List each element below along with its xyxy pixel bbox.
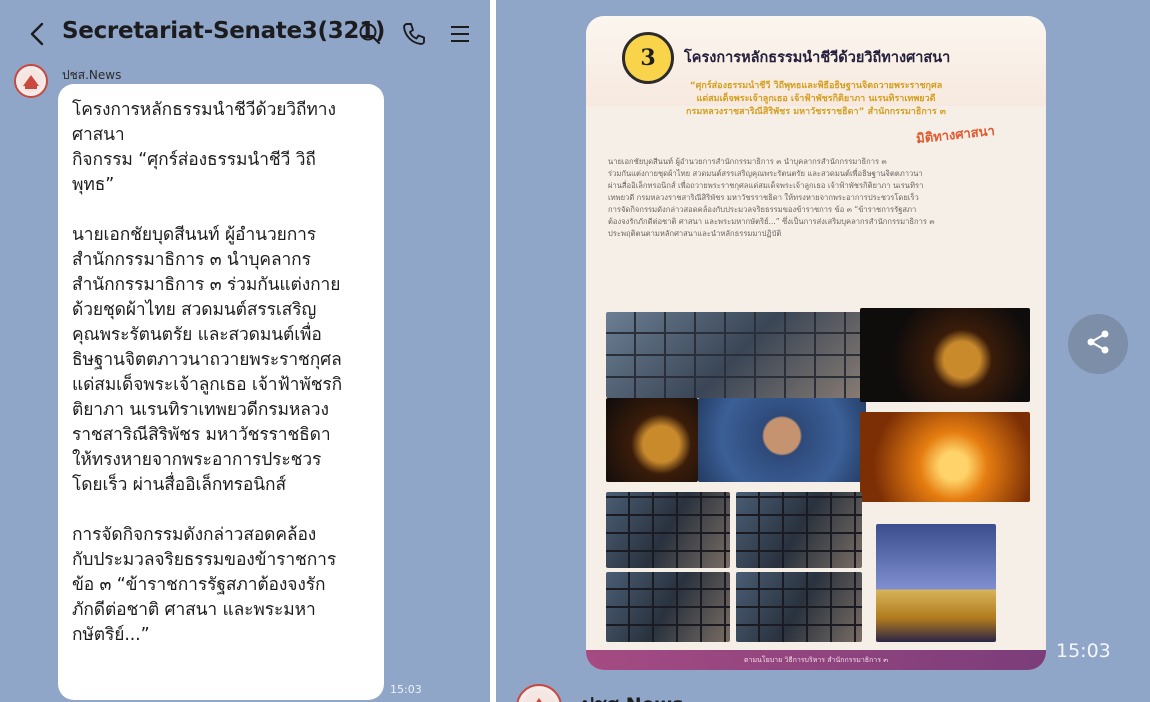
hamburger-menu-icon[interactable] bbox=[446, 20, 474, 48]
poster-photo-grid-2 bbox=[736, 492, 862, 568]
poster-title: โครงการหลักธรรมนำชีวีด้วยวิถีทางศาสนา bbox=[684, 49, 951, 66]
poster-photo-buddha-dark bbox=[860, 308, 1030, 402]
share-icon bbox=[1083, 327, 1113, 361]
poster-subtitle: “ศุกร์ส่องธรรมนำชีวี วิถีพุทธและพิธีอธิษ… bbox=[686, 81, 946, 117]
poster-body: นายเอกชัยบุดสีนนท์ ผู้อำนวยการสำนักกรรมา… bbox=[608, 157, 935, 238]
next-sender-avatar[interactable] bbox=[516, 684, 562, 702]
poster-photo-grid-4 bbox=[736, 572, 862, 642]
search-icon[interactable] bbox=[356, 20, 384, 48]
poster-logo-number: 3 bbox=[640, 45, 656, 71]
phone-icon[interactable] bbox=[400, 20, 428, 48]
poster-footer-text: ตามนโยบาย วิธีการบริหาร สำนักกรรมาธิการ … bbox=[743, 656, 889, 664]
next-sender-name: ปชส.News bbox=[582, 690, 683, 702]
share-button[interactable] bbox=[1068, 314, 1128, 374]
poster-photo-speaker bbox=[698, 398, 866, 482]
message-bubble[interactable]: โครงการหลักธรรมนำชีวีด้วยวิถีทาง ศาสนา ก… bbox=[58, 84, 384, 700]
message-paragraph: การจัดกิจกรรมดังกล่าวสอดคล้อง กับประมวลจ… bbox=[72, 525, 337, 645]
chat-header: Secretariat-Senate3(321) bbox=[0, 0, 490, 66]
poster-photo-grid-1 bbox=[606, 492, 730, 568]
poster-photo-pagoda bbox=[876, 524, 996, 642]
message-paragraph: โครงการหลักธรรมนำชีวีด้วยวิถีทาง ศาสนา ก… bbox=[72, 100, 336, 195]
poster-photo-video-call bbox=[606, 312, 870, 398]
poster-photo-buddha bbox=[606, 398, 698, 482]
message-paragraph: นายเอกชัยบุดสีนนท์ ผู้อำนวยการ สำนักกรรม… bbox=[72, 225, 343, 495]
poster-photo-grid-3 bbox=[606, 572, 730, 642]
poster-logo: 3 bbox=[622, 32, 674, 84]
poster-tag: มิติทางศาสนา bbox=[915, 123, 996, 148]
message-timestamp: 15:03 bbox=[390, 683, 422, 696]
chat-title: Secretariat-Senate3(321) bbox=[62, 18, 386, 44]
chat-panel-right: 3 โครงการหลักธรรมนำชีวีด้วยวิถีทางศาสนา … bbox=[496, 0, 1150, 702]
sender-avatar[interactable] bbox=[14, 64, 48, 98]
chat-panel-left: Secretariat-Senate3(321) ปชส.News โครงกา… bbox=[0, 0, 490, 702]
chevron-left-icon[interactable] bbox=[26, 20, 50, 48]
poster-footer: ตามนโยบาย วิธีการบริหาร สำนักกรรมาธิการ … bbox=[586, 650, 1046, 670]
poster-photo-buddha-orange bbox=[860, 412, 1030, 502]
sender-name: ปชส.News bbox=[62, 68, 122, 82]
image-timestamp: 15:03 bbox=[1056, 640, 1111, 662]
image-message[interactable]: 3 โครงการหลักธรรมนำชีวีด้วยวิถีทางศาสนา … bbox=[586, 16, 1046, 670]
